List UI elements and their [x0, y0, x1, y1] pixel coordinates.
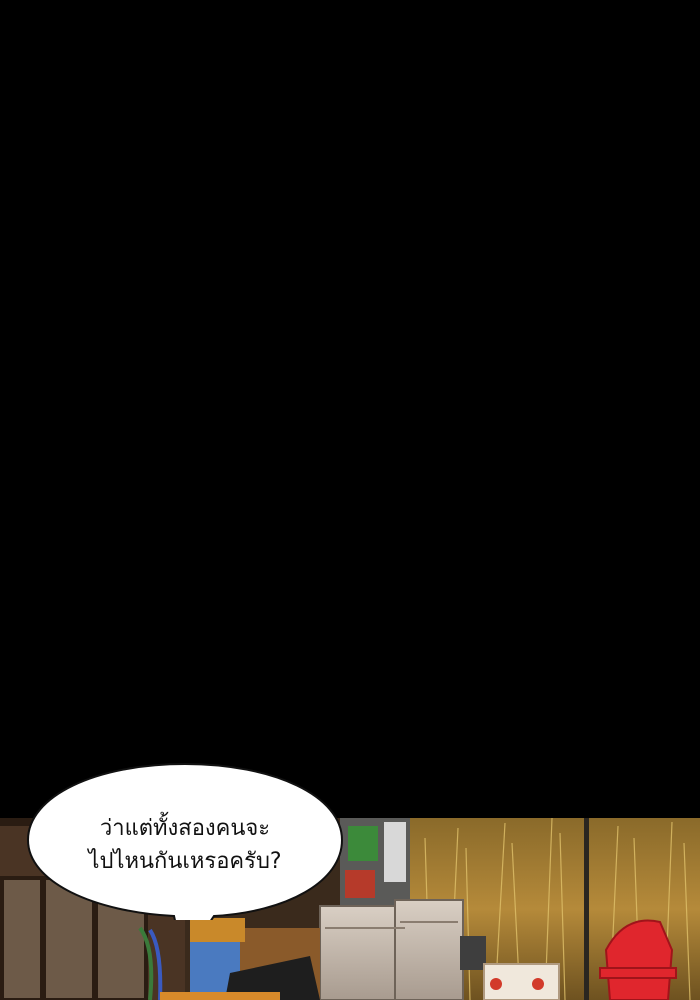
speech-line-1: ว่าแต่ทั้งสองคนจะ [99, 816, 271, 841]
speech-line-2: ไปไหนกันเหรอครับ? [88, 849, 282, 874]
freezer-right [394, 899, 464, 1000]
umbrella-pole [584, 818, 589, 1000]
speech-text: ว่าแต่ทั้งสองคนจะ ไปไหนกันเหรอครับ? [24, 812, 346, 878]
speech-bubble: ว่าแต่ทั้งสองคนจะ ไปไหนกันเหรอครับ? [24, 760, 346, 920]
black-panel [0, 0, 700, 818]
comic-page: ว่าแต่ทั้งสองคนจะ ไปไหนกันเหรอครับ? [0, 0, 700, 1000]
